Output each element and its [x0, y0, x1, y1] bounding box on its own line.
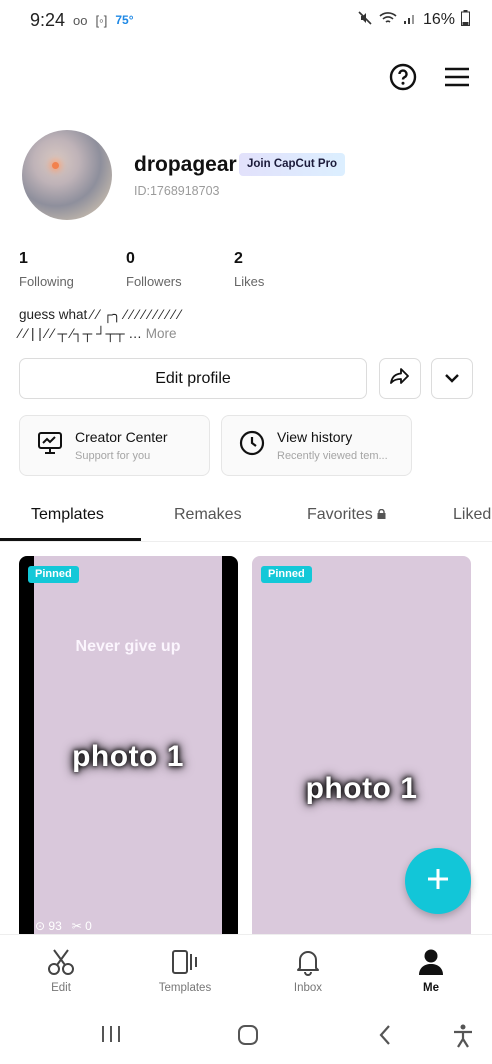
tab-indicator: [0, 538, 141, 541]
mute-icon: [357, 10, 373, 31]
eye-icon: ⊙: [35, 919, 46, 933]
view-history-card[interactable]: View history Recently viewed tem...: [221, 415, 412, 476]
stat-label: Followers: [126, 274, 182, 289]
accessibility-icon[interactable]: [452, 1024, 474, 1053]
stat-value: 1: [19, 250, 28, 267]
scissors-icon: [21, 947, 101, 977]
bio[interactable]: guess what ⁄ ⁄ ┌╮ ⁄ ⁄ ⁄ ⁄ ⁄ ⁄ ⁄ ⁄ ⁄ ⁄ ⁄ …: [19, 305, 319, 343]
creator-center-card[interactable]: Creator Center Support for you: [19, 415, 210, 476]
nav-label: Inbox: [293, 982, 323, 994]
voicemail-icon: oo: [73, 12, 88, 28]
chevron-down-icon: [444, 370, 460, 388]
status-temperature: 75°: [115, 13, 134, 27]
bio-more-link[interactable]: More: [146, 326, 177, 341]
stat-following[interactable]: 1 Following: [19, 250, 74, 289]
tab-label: Favorites: [307, 506, 373, 523]
stat-followers[interactable]: 0 Followers: [126, 250, 182, 289]
person-icon: [391, 947, 471, 977]
share-icon: [390, 367, 410, 390]
stat-likes[interactable]: 2 Likes: [234, 250, 264, 289]
stat-value: 0: [126, 250, 135, 267]
menu-icon[interactable]: [442, 62, 472, 92]
battery-percent: 16%: [422, 11, 455, 28]
join-pro-button[interactable]: Join CapCut Pro: [239, 153, 346, 176]
nav-edit[interactable]: Edit: [21, 947, 101, 994]
user-id: ID:1768918703: [134, 184, 220, 198]
status-bar: 9:24 oo [◦] 75° 16%: [0, 0, 492, 40]
nav-label: Templates: [158, 982, 212, 994]
back-icon[interactable]: [377, 1024, 393, 1051]
top-actions: [388, 62, 472, 92]
bottom-nav: Edit Templates Inbox Me: [0, 934, 492, 1006]
plus-icon: [426, 867, 450, 896]
tile-photo-text: photo 1: [305, 772, 418, 805]
bio-line: guess what ⁄ ⁄ ┌╮ ⁄ ⁄ ⁄ ⁄ ⁄ ⁄ ⁄ ⁄ ⁄ ⁄: [19, 307, 181, 322]
nav-me[interactable]: Me: [391, 947, 471, 994]
templates-icon: [145, 947, 225, 977]
tile-caption: Never give up: [75, 638, 181, 655]
help-icon[interactable]: [388, 62, 418, 92]
screenshot-icon: [◦]: [95, 12, 108, 28]
bell-icon: [268, 947, 348, 977]
recents-icon[interactable]: [100, 1024, 122, 1049]
tile-photo-text: photo 1: [72, 740, 184, 773]
system-nav: [0, 1008, 492, 1064]
tab-remakes[interactable]: Remakes: [174, 506, 242, 524]
lock-icon: [377, 506, 386, 523]
template-tile[interactable]: Never give up photo 1 Pinned ⊙ 93 ✂ 0: [19, 556, 238, 941]
stat-label: Following: [19, 274, 74, 289]
stat-label: Likes: [234, 274, 265, 289]
pinned-badge: Pinned: [28, 566, 79, 583]
battery-icon: [461, 9, 470, 31]
edit-profile-button[interactable]: Edit profile: [19, 358, 367, 399]
pinned-badge: Pinned: [261, 566, 312, 583]
card-title: View history: [277, 429, 353, 445]
avatar[interactable]: [22, 130, 112, 220]
uses-count: 0: [85, 919, 92, 933]
tab-liked[interactable]: Liked: [453, 506, 491, 524]
expand-button[interactable]: [431, 358, 473, 399]
home-icon[interactable]: [237, 1024, 259, 1051]
nav-templates[interactable]: Templates: [145, 947, 225, 994]
nav-inbox[interactable]: Inbox: [268, 947, 348, 994]
card-subtitle: Recently viewed tem...: [277, 450, 388, 462]
card-subtitle: Support for you: [75, 450, 151, 462]
clock-icon: [239, 430, 265, 461]
nav-label: Me: [423, 982, 439, 994]
wifi-icon: [379, 11, 397, 30]
views-count: 93: [48, 919, 62, 933]
scissors-icon: ✂: [71, 919, 82, 933]
tile-stats: ⊙ 93 ✂ 0: [35, 919, 92, 933]
tab-favorites[interactable]: Favorites: [307, 506, 386, 524]
status-time: 9:24: [30, 9, 66, 30]
card-title: Creator Center: [75, 429, 168, 445]
tab-templates[interactable]: Templates: [31, 506, 104, 524]
monitor-chart-icon: [37, 431, 63, 460]
bio-line: ⁄ ⁄ | | ⁄ ⁄ ┬ ⁄┐┬ ┘┬┬ …: [19, 326, 142, 341]
username: dropagear: [134, 153, 237, 176]
stat-value: 2: [234, 250, 243, 267]
signal-icon: [403, 11, 417, 30]
content-tabs: Templates Remakes Favorites Liked: [0, 492, 492, 542]
create-button[interactable]: [405, 848, 471, 914]
nav-label: Edit: [51, 982, 71, 994]
share-button[interactable]: [379, 358, 421, 399]
